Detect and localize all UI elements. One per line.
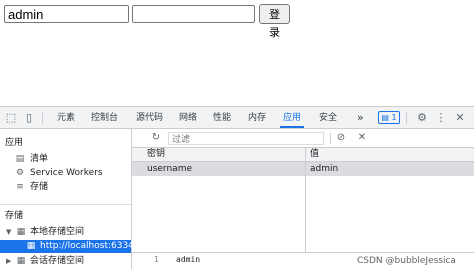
- tab-elements[interactable]: 元素: [57, 107, 75, 128]
- line-number: 1: [154, 255, 159, 264]
- storage-panel: ↻ ⊘ ✕ 密钥 值 username admin 1 admin CSDN @…: [132, 129, 474, 269]
- watermark: CSDN @bubbleJessica: [357, 256, 456, 266]
- tab-console[interactable]: 控制台: [91, 107, 118, 128]
- collapse-arrow-icon[interactable]: ▶: [6, 255, 11, 268]
- storage-toolbar: ↻ ⊘ ✕: [132, 129, 474, 148]
- inspect-element-icon[interactable]: ⬚: [3, 107, 19, 129]
- row-key: username: [147, 164, 192, 174]
- tab-memory[interactable]: 内存: [248, 107, 266, 128]
- sidebar-item-local-storage-origin[interactable]: ▦ http://localhost:63342: [0, 240, 140, 253]
- gear-icon[interactable]: ⚙: [414, 107, 430, 129]
- page-content: 登录: [0, 0, 474, 106]
- tab-security[interactable]: 安全: [319, 107, 337, 128]
- document-icon: ▤: [15, 154, 25, 164]
- refresh-icon[interactable]: ↻: [149, 129, 163, 147]
- table-icon: ▦: [26, 241, 36, 251]
- login-button[interactable]: 登录: [259, 4, 290, 39]
- key-value-table: 密钥 值 username admin: [132, 148, 474, 252]
- toolbar-divider: [330, 133, 331, 144]
- expand-arrow-icon[interactable]: ▼: [6, 226, 11, 239]
- device-toolbar-icon[interactable]: ▯: [21, 107, 37, 129]
- column-divider[interactable]: [305, 148, 306, 252]
- sidebar-item-manifest[interactable]: ▤ 清单: [0, 153, 131, 166]
- column-header-value[interactable]: 值: [310, 148, 319, 161]
- toolbar-divider: [42, 112, 43, 124]
- table-icon: ▦: [16, 227, 26, 237]
- devtools-panel: ⬚ ▯ 元素 控制台 源代码 网络 性能 内存 应用 安全 » ▤ 1 ⚙ ⋮ …: [0, 106, 474, 269]
- application-sidebar: 应用 ▤ 清单 ⚙ Service Workers ≡ 存储 存储 ▼ ▦ 本地…: [0, 129, 140, 269]
- sidebar-item-storage[interactable]: ≡ 存储: [0, 181, 131, 194]
- sidebar-item-session-storage[interactable]: ▶ ▦ 会话存储空间: [0, 255, 131, 268]
- preview-text: admin: [176, 255, 201, 264]
- issues-badge[interactable]: ▤ 1: [378, 111, 400, 124]
- username-input[interactable]: [4, 5, 129, 23]
- sidebar-item-local-storage[interactable]: ▼ ▦ 本地存储空间: [0, 226, 131, 239]
- sidebar-item-service-workers[interactable]: ⚙ Service Workers: [0, 167, 131, 180]
- devtools-tabbar: ⬚ ▯ 元素 控制台 源代码 网络 性能 内存 应用 安全 » ▤ 1 ⚙ ⋮ …: [0, 107, 474, 129]
- table-row[interactable]: username admin: [132, 162, 474, 176]
- table-icon: ▦: [16, 256, 26, 266]
- sidebar-section-storage: 存储: [5, 211, 24, 221]
- sidebar-divider: [0, 204, 131, 205]
- password-input[interactable]: [132, 5, 255, 23]
- tab-network[interactable]: 网络: [179, 107, 197, 128]
- clear-all-icon[interactable]: ⊘: [334, 129, 348, 147]
- filter-input[interactable]: [168, 132, 324, 145]
- tab-sources[interactable]: 源代码: [136, 107, 163, 128]
- sidebar-section-application: 应用: [5, 138, 24, 148]
- tab-performance[interactable]: 性能: [213, 107, 231, 128]
- more-options-icon[interactable]: ⋮: [433, 107, 449, 129]
- delete-selected-icon[interactable]: ✕: [355, 129, 369, 147]
- toolbar-divider: [406, 112, 407, 124]
- issues-count: 1: [391, 113, 397, 122]
- value-preview: 1 admin CSDN @bubbleJessica: [132, 252, 474, 269]
- database-icon: ≡: [16, 182, 24, 192]
- gear-icon: ⚙: [15, 168, 25, 178]
- table-header: 密钥 值: [132, 148, 474, 162]
- more-tabs-button[interactable]: »: [357, 107, 364, 128]
- tab-application[interactable]: 应用: [279, 107, 305, 128]
- close-icon[interactable]: ✕: [452, 107, 468, 129]
- message-icon: ▤: [381, 113, 389, 122]
- row-value: admin: [310, 164, 339, 174]
- column-header-key[interactable]: 密钥: [147, 148, 165, 161]
